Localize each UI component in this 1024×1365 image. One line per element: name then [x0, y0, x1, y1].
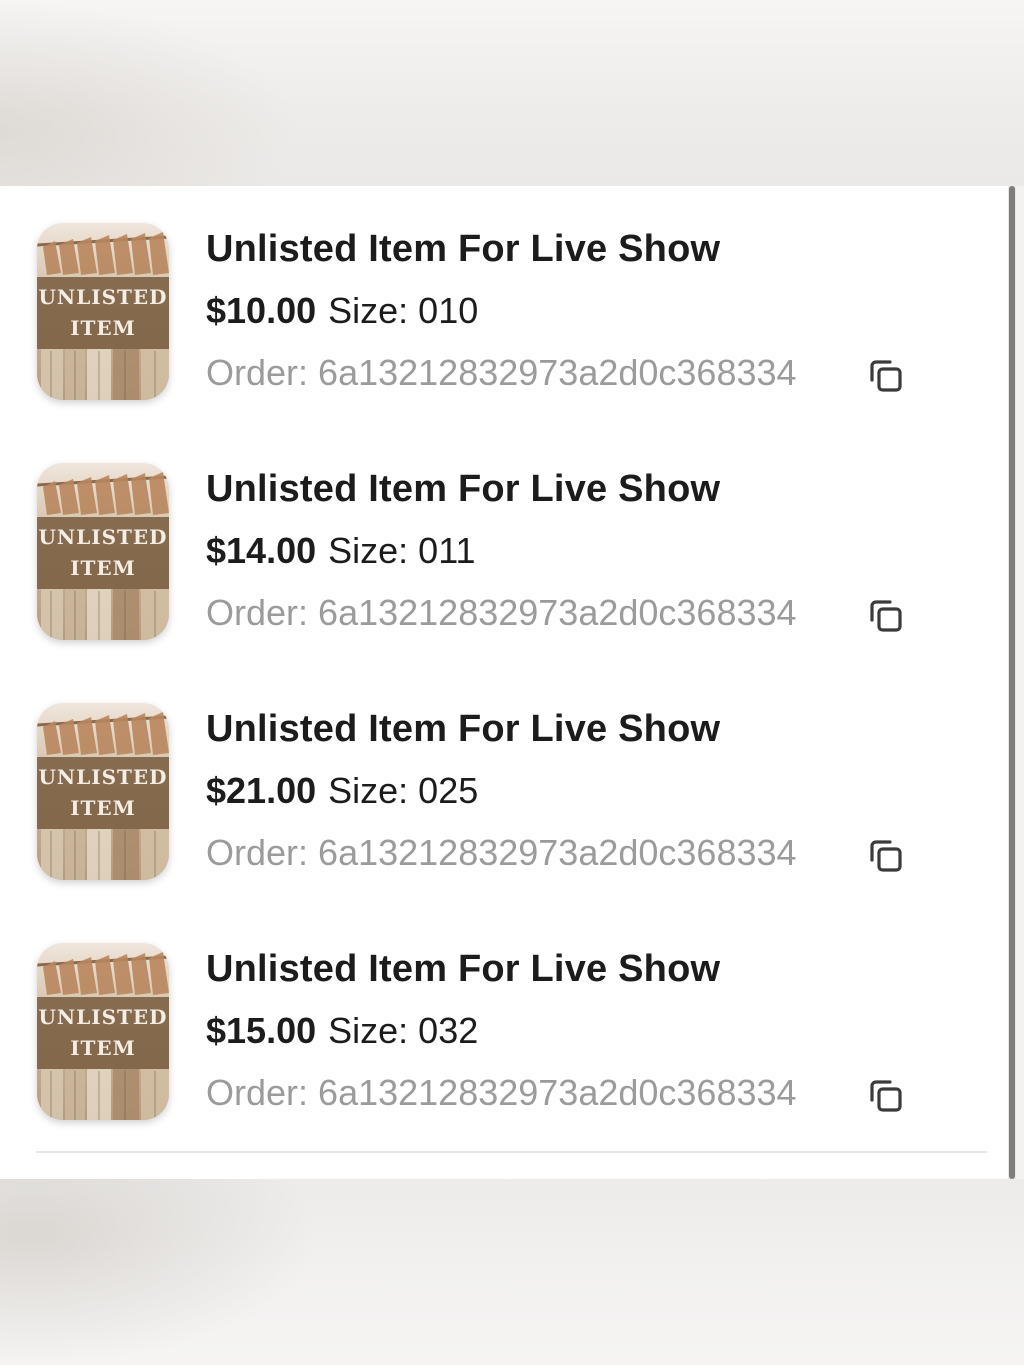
copy-order-id-button[interactable]: [864, 834, 908, 878]
scrollbar-track[interactable]: [1008, 186, 1016, 1179]
order-id: 6a13212832973a2d0c368334: [318, 832, 797, 873]
size-label: Size:: [328, 1010, 409, 1051]
thumbnail-label-line-2: ITEM: [70, 796, 136, 820]
thumbnail-label-line-1: UNLISTED: [38, 525, 168, 549]
thumbnail-label-line-1: UNLISTED: [38, 765, 168, 789]
size-value: 025: [418, 770, 479, 811]
thumbnail-label-line-2: ITEM: [70, 316, 136, 340]
order-id: 6a13212832973a2d0c368334: [318, 352, 797, 393]
product-thumbnail[interactable]: UNLISTED ITEM: [37, 703, 169, 880]
product-thumbnail[interactable]: UNLISTED ITEM: [37, 463, 169, 640]
size-label: Size:: [328, 290, 409, 331]
thumbnail-label: UNLISTED ITEM: [37, 757, 169, 829]
copy-icon: [870, 1080, 902, 1112]
copy-icon: [870, 840, 902, 872]
scrollbar-thumb[interactable]: [1009, 186, 1015, 1179]
copy-order-id-button[interactable]: [864, 1074, 908, 1118]
item-price: $15.00: [206, 1010, 317, 1051]
copy-icon: [870, 600, 902, 632]
thumbnail-label: UNLISTED ITEM: [37, 517, 169, 589]
item-price: $14.00: [206, 530, 317, 571]
item-title[interactable]: Unlisted Item For Live Show: [206, 708, 720, 751]
thumbnail-label-line-2: ITEM: [70, 556, 136, 580]
price-size-row: $21.00 Size: 025: [206, 770, 478, 812]
copy-icon: [870, 360, 902, 392]
copy-order-id-button[interactable]: [864, 354, 908, 398]
order-label: Order:: [206, 592, 309, 633]
price-size-row: $15.00 Size: 032: [206, 1010, 478, 1052]
order-list-panel: UNLISTED ITEM Unlisted Item For Live Sho…: [0, 186, 1008, 1179]
price-size-row: $10.00 Size: 010: [206, 290, 478, 332]
size-value: 011: [418, 530, 476, 571]
order-id: 6a13212832973a2d0c368334: [318, 592, 797, 633]
order-id: 6a13212832973a2d0c368334: [318, 1072, 797, 1113]
order-list-item[interactable]: UNLISTED ITEM Unlisted Item For Live Sho…: [0, 666, 1008, 880]
copy-order-id-button[interactable]: [864, 594, 908, 638]
item-title[interactable]: Unlisted Item For Live Show: [206, 948, 720, 991]
order-list-item[interactable]: UNLISTED ITEM Unlisted Item For Live Sho…: [0, 186, 1008, 400]
thumbnail-label-line-2: ITEM: [70, 1036, 136, 1060]
size-value: 032: [418, 1010, 479, 1051]
item-price: $10.00: [206, 290, 317, 331]
order-id-row: Order: 6a13212832973a2d0c368334: [206, 832, 797, 874]
thumbnail-label: UNLISTED ITEM: [37, 997, 169, 1069]
order-list-item[interactable]: UNLISTED ITEM Unlisted Item For Live Sho…: [0, 426, 1008, 640]
thumbnail-label-line-1: UNLISTED: [38, 1005, 168, 1029]
list-divider: [36, 1151, 987, 1153]
thumbnail-label-line-1: UNLISTED: [38, 285, 168, 309]
order-label: Order:: [206, 352, 309, 393]
product-thumbnail[interactable]: UNLISTED ITEM: [37, 223, 169, 400]
item-title[interactable]: Unlisted Item For Live Show: [206, 228, 720, 271]
order-label: Order:: [206, 832, 309, 873]
size-value: 010: [418, 290, 479, 331]
order-id-row: Order: 6a13212832973a2d0c368334: [206, 1072, 797, 1114]
price-size-row: $14.00 Size: 011: [206, 530, 476, 572]
order-list-item[interactable]: UNLISTED ITEM Unlisted Item For Live Sho…: [0, 906, 1008, 1120]
background-top: [0, 0, 1024, 186]
background-bottom: [0, 1179, 1024, 1365]
order-id-row: Order: 6a13212832973a2d0c368334: [206, 352, 797, 394]
item-price: $21.00: [206, 770, 317, 811]
order-id-row: Order: 6a13212832973a2d0c368334: [206, 592, 797, 634]
product-thumbnail[interactable]: UNLISTED ITEM: [37, 943, 169, 1120]
item-title[interactable]: Unlisted Item For Live Show: [206, 468, 720, 511]
size-label: Size:: [328, 530, 409, 571]
size-label: Size:: [328, 770, 409, 811]
order-label: Order:: [206, 1072, 309, 1113]
thumbnail-label: UNLISTED ITEM: [37, 277, 169, 349]
